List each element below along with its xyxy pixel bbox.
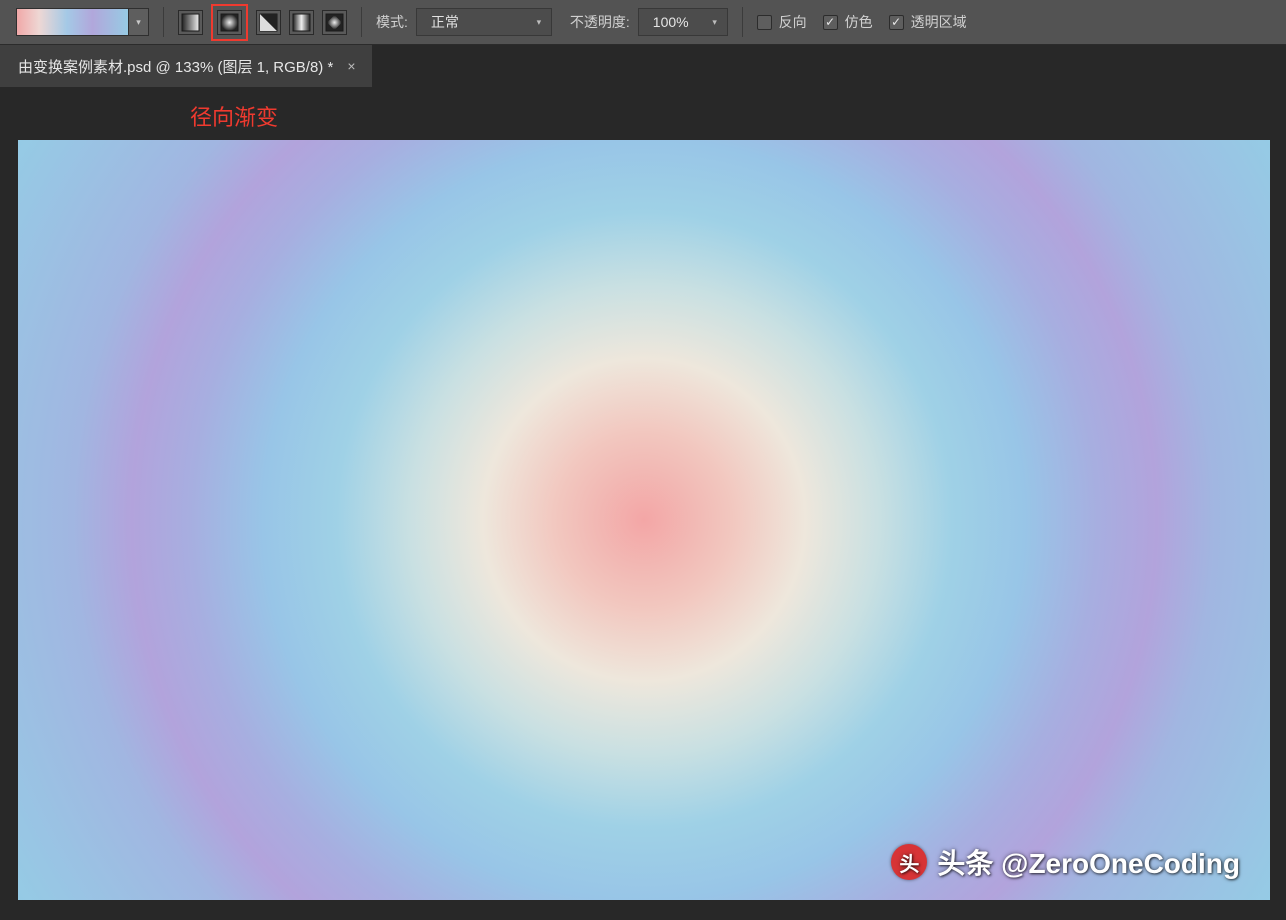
diamond-gradient-icon xyxy=(325,13,344,32)
gradient-diamond-button[interactable] xyxy=(322,10,347,35)
radial-gradient-icon xyxy=(220,13,239,32)
gradient-angle-button[interactable] xyxy=(256,10,281,35)
divider xyxy=(163,7,164,37)
dither-label: 仿色 xyxy=(845,12,873,32)
gradient-reflected-button[interactable] xyxy=(289,10,314,35)
canvas-area: 头 头条 @ZeroOneCoding xyxy=(18,140,1270,900)
gradient-swatch[interactable] xyxy=(16,8,129,36)
chevron-down-icon: ▾ xyxy=(136,17,141,28)
gradient-linear-button[interactable] xyxy=(178,10,203,35)
dither-checkbox[interactable] xyxy=(823,15,838,30)
mode-label: 模式: xyxy=(376,12,408,32)
dither-checkbox-group: 仿色 xyxy=(823,12,873,32)
gradient-radial-button[interactable] xyxy=(217,10,242,35)
close-icon[interactable]: × xyxy=(347,58,355,74)
transparency-label: 透明区域 xyxy=(911,12,967,32)
transparency-checkbox-group: 透明区域 xyxy=(889,12,967,32)
divider xyxy=(361,7,362,37)
options-bar: ▾ xyxy=(0,0,1286,45)
document-tab-bar: 由变换案例素材.psd @ 133% (图层 1, RGB/8) * × xyxy=(0,45,1286,87)
blend-mode-value: 正常 xyxy=(417,12,527,32)
transparency-checkbox[interactable] xyxy=(889,15,904,30)
annotation-label: 径向渐变 xyxy=(190,100,278,132)
opacity-group: 不透明度: 100% ▾ xyxy=(570,8,728,36)
blend-mode-group: 模式: 正常 ▾ xyxy=(376,8,552,36)
linear-gradient-icon xyxy=(181,13,200,32)
highlight-box xyxy=(211,4,248,41)
divider xyxy=(742,7,743,37)
chevron-down-icon: ▾ xyxy=(527,17,551,28)
document-tab[interactable]: 由变换案例素材.psd @ 133% (图层 1, RGB/8) * × xyxy=(0,45,373,87)
gradient-dropdown[interactable]: ▾ xyxy=(129,8,149,36)
reverse-checkbox-group: 反向 xyxy=(757,12,807,32)
opacity-input[interactable]: 100% ▾ xyxy=(638,8,728,36)
gradient-type-group xyxy=(178,10,347,35)
angle-gradient-icon xyxy=(259,13,278,32)
reverse-label: 反向 xyxy=(779,12,807,32)
gradient-picker[interactable]: ▾ xyxy=(16,8,149,36)
document-tab-title: 由变换案例素材.psd @ 133% (图层 1, RGB/8) * xyxy=(18,56,333,77)
opacity-label: 不透明度: xyxy=(570,12,630,32)
reverse-checkbox[interactable] xyxy=(757,15,772,30)
opacity-value: 100% xyxy=(639,14,703,30)
document-canvas[interactable] xyxy=(18,140,1270,900)
chevron-down-icon: ▾ xyxy=(703,17,727,28)
blend-mode-select[interactable]: 正常 ▾ xyxy=(416,8,552,36)
reflected-gradient-icon xyxy=(292,13,311,32)
